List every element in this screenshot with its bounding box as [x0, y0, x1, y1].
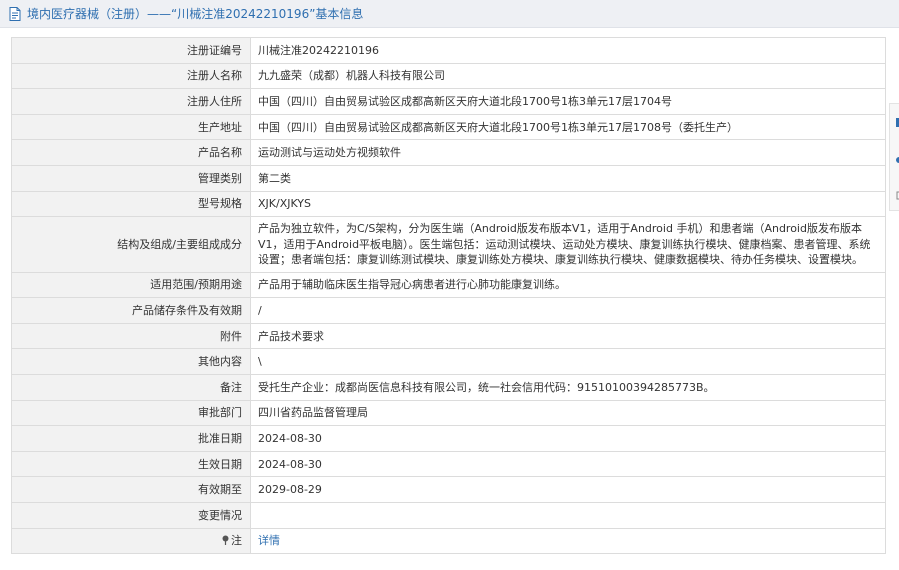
row-label-approval-dept: 审批部门 — [11, 399, 251, 427]
table-row: 生效日期 2024-08-30 — [11, 450, 886, 478]
table-row: 结构及组成/主要组成成分 产品为独立软件，为C/S架构，分为医生端（Android… — [11, 216, 886, 273]
table-row: 产品名称 运动测试与运动处方视频软件 — [11, 139, 886, 166]
row-value-management-class: 第二类 — [250, 164, 886, 192]
row-label-remarks: 备注 — [11, 374, 251, 401]
row-value-effective-date: 2024-08-30 — [250, 450, 886, 478]
table-row: 注册证编号 川械注准20242210196 — [11, 37, 886, 64]
table-row: 有效期至 2029-08-29 — [11, 476, 886, 503]
row-value-structure: 产品为独立软件，为C/S架构，分为医生端（Android版发布版本V1，适用于A… — [250, 216, 886, 273]
table-row: 适用范围/预期用途 产品用于辅助临床医生指导冠心病患者进行心肺功能康复训练。 — [11, 271, 886, 299]
row-value-scope: 产品用于辅助临床医生指导冠心病患者进行心肺功能康复训练。 — [250, 271, 886, 299]
page-header: 境内医疗器械（注册）——“川械注准20242210196”基本信息 — [0, 0, 899, 28]
row-label-production-address: 生产地址 — [11, 113, 251, 141]
table-row: 注册人名称 九九盛荣（成都）机器人科技有限公司 — [11, 62, 886, 90]
row-value-other: \ — [250, 348, 886, 376]
table-row-note: 注 详情 — [11, 527, 886, 555]
table-row: 备注 受托生产企业：成都尚医信息科技有限公司，统一社会信用代码：915101003… — [11, 374, 886, 401]
row-value-expiry-date: 2029-08-29 — [250, 476, 886, 503]
table-row: 变更情况 — [11, 502, 886, 529]
row-value-storage: / — [250, 297, 886, 324]
row-label-attachment: 附件 — [11, 322, 251, 350]
table-row: 管理类别 第二类 — [11, 164, 886, 192]
pin-icon — [221, 534, 230, 546]
table-row: 生产地址 中国（四川）自由贸易试验区成都高新区天府大道北段1700号1栋3单元17… — [11, 113, 886, 141]
row-label-approval-date: 批准日期 — [11, 425, 251, 452]
table-row: 产品储存条件及有效期 / — [11, 297, 886, 324]
row-label-note: 注 — [11, 527, 251, 555]
row-value-remarks: 受托生产企业：成都尚医信息科技有限公司，统一社会信用代码：91510100394… — [250, 374, 886, 401]
row-label-registrant-address: 注册人住所 — [11, 88, 251, 115]
row-label-change: 变更情况 — [11, 502, 251, 529]
table-row: 附件 产品技术要求 — [11, 322, 886, 350]
row-value-approval-dept: 四川省药品监督管理局 — [250, 399, 886, 427]
row-value-product-name: 运动测试与运动处方视频软件 — [250, 139, 886, 166]
row-label-product-name: 产品名称 — [11, 139, 251, 166]
side-panel-handle[interactable] — [889, 103, 899, 211]
row-value-registrant-address: 中国（四川）自由贸易试验区成都高新区天府大道北段1700号1栋3单元17层170… — [250, 88, 886, 115]
table-row: 型号规格 XJK/XJKYS — [11, 190, 886, 218]
row-value-note: 详情 — [250, 527, 886, 555]
table-row: 注册人住所 中国（四川）自由贸易试验区成都高新区天府大道北段1700号1栋3单元1… — [11, 88, 886, 115]
row-label-scope: 适用范围/预期用途 — [11, 271, 251, 299]
row-label-reg-number: 注册证编号 — [11, 37, 251, 64]
row-value-model-spec: XJK/XJKYS — [250, 190, 886, 218]
table-row: 其他内容 \ — [11, 348, 886, 376]
row-value-attachment: 产品技术要求 — [250, 322, 886, 350]
row-label-structure: 结构及组成/主要组成成分 — [11, 216, 251, 273]
row-label-model-spec: 型号规格 — [11, 190, 251, 218]
note-label: 注 — [231, 534, 242, 548]
table-row: 审批部门 四川省药品监督管理局 — [11, 399, 886, 427]
row-value-reg-number: 川械注准20242210196 — [250, 37, 886, 64]
row-label-other: 其他内容 — [11, 348, 251, 376]
row-label-management-class: 管理类别 — [11, 164, 251, 192]
row-label-expiry-date: 有效期至 — [11, 476, 251, 503]
document-icon — [9, 6, 25, 22]
details-link[interactable]: 详情 — [258, 534, 280, 547]
row-label-effective-date: 生效日期 — [11, 450, 251, 478]
detail-table: 注册证编号 川械注准20242210196 注册人名称 九九盛荣（成都）机器人科技有限… — [11, 37, 886, 555]
row-value-registrant-name: 九九盛荣（成都）机器人科技有限公司 — [250, 62, 886, 90]
row-label-storage: 产品储存条件及有效期 — [11, 297, 251, 324]
row-value-production-address: 中国（四川）自由贸易试验区成都高新区天府大道北段1700号1栋3单元17层170… — [250, 113, 886, 141]
row-value-approval-date: 2024-08-30 — [250, 425, 886, 452]
table-row: 批准日期 2024-08-30 — [11, 425, 886, 452]
page-title: 境内医疗器械（注册）——“川械注准20242210196”基本信息 — [27, 7, 364, 21]
row-label-registrant-name: 注册人名称 — [11, 62, 251, 90]
row-value-change — [250, 502, 886, 529]
